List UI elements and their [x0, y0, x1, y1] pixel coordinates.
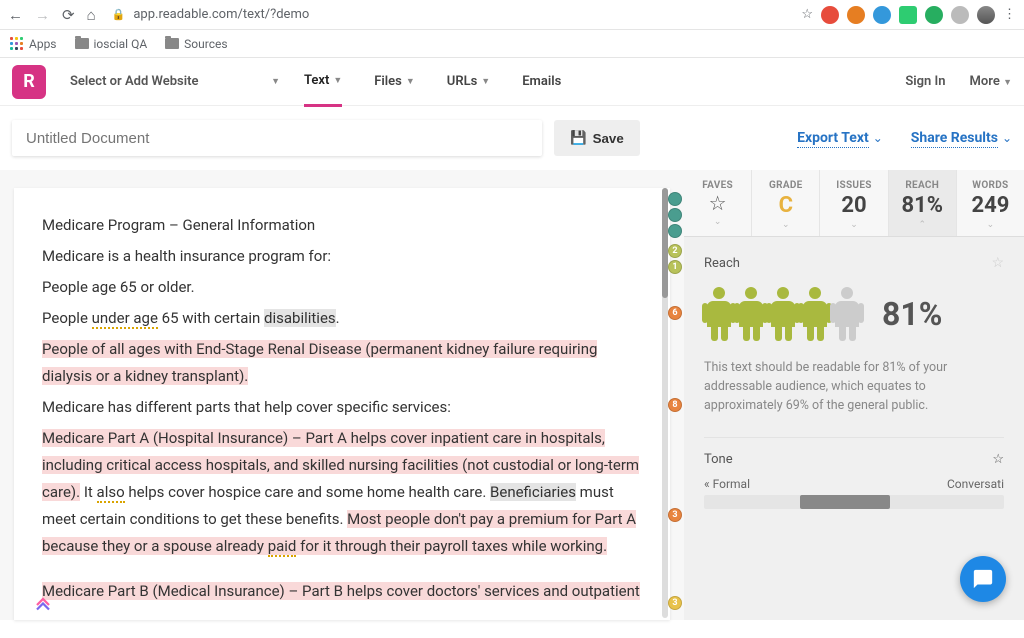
reach-people-icons [704, 287, 862, 341]
favorite-star-icon[interactable]: ☆ [991, 255, 1004, 271]
reload-icon[interactable]: ⟳ [62, 6, 75, 24]
issue-marker[interactable] [668, 224, 682, 238]
issue-marker[interactable]: 6 [668, 306, 682, 320]
metrics-sidebar: FAVES ☆ ⌄ GRADE C ⌄ ISSUES 20 ⌄ REACH 81… [684, 170, 1024, 620]
chevron-down-icon: ⌄ [684, 217, 751, 227]
app-header: R Select or Add Website ▼ Text▼ Files▼ U… [0, 58, 1024, 106]
ext-icon-5[interactable] [925, 6, 943, 24]
chevron-down-icon: ▼ [406, 76, 415, 87]
chevron-down-icon: ⌄ [1002, 131, 1012, 145]
chevron-down-icon: ⌄ [752, 220, 819, 230]
browser-menu-icon[interactable]: ⋮ [1003, 7, 1016, 22]
sign-in-link[interactable]: Sign In [905, 74, 945, 89]
issue-markers: 2 1 6 8 3 3 [656, 188, 682, 638]
tone-bar [704, 495, 1004, 509]
browser-toolbar: ← → ⟳ ⌂ 🔒 app.readable.com/text/?demo ☆ … [0, 0, 1024, 30]
bookmark-folder-2[interactable]: Sources [165, 37, 227, 51]
save-icon: 💾 [570, 130, 587, 146]
metric-words[interactable]: WORDS 249 ⌄ [957, 170, 1024, 236]
editor-line: People of all ages with End-Stage Renal … [42, 336, 642, 390]
issue-marker[interactable]: 3 [668, 508, 682, 522]
panel-title: Reach [704, 256, 740, 271]
issue-marker[interactable]: 1 [668, 260, 682, 274]
ext-icon-3[interactable] [873, 6, 891, 24]
folder-icon [165, 38, 179, 49]
tone-scale-labels: « Formal Conversati [704, 477, 1004, 491]
person-icon [768, 287, 798, 341]
issue-marker[interactable]: 8 [668, 398, 682, 412]
export-text-dropdown[interactable]: Export Text⌄ [797, 130, 883, 146]
chevron-down-icon: ⌄ [873, 131, 883, 145]
chat-icon [972, 568, 994, 590]
chat-fab[interactable] [960, 556, 1006, 602]
clickup-icon[interactable] [34, 596, 52, 614]
save-button[interactable]: 💾 Save [554, 120, 640, 156]
chevron-down-icon: ⌄ [957, 220, 1024, 230]
chevron-down-icon: ▼ [271, 76, 280, 87]
person-icon [832, 287, 862, 341]
metric-issues[interactable]: ISSUES 20 ⌄ [820, 170, 888, 236]
address-bar[interactable]: 🔒 app.readable.com/text/?demo [106, 7, 792, 22]
editor-line: Medicare is a health insurance program f… [42, 243, 642, 270]
profile-avatar[interactable] [977, 6, 995, 24]
forward-icon[interactable]: → [35, 6, 50, 24]
issue-marker[interactable]: 2 [668, 244, 682, 258]
bookmark-star-icon[interactable]: ☆ [801, 7, 813, 22]
home-icon[interactable]: ⌂ [87, 6, 96, 24]
favorite-star-icon[interactable]: ☆ [992, 452, 1004, 467]
chevron-up-icon: ⌃ [889, 220, 956, 230]
back-icon[interactable]: ← [8, 6, 23, 24]
app-logo[interactable]: R [12, 65, 46, 99]
reach-description: This text should be readable for 81% of … [704, 359, 1004, 415]
person-icon [736, 287, 766, 341]
apps-shortcut[interactable]: Apps [10, 37, 57, 51]
tab-urls[interactable]: URLs▼ [447, 57, 490, 107]
url-text: app.readable.com/text/?demo [133, 7, 309, 22]
chevron-down-icon: ▼ [333, 75, 342, 86]
document-title-input[interactable] [12, 120, 542, 156]
editor-line: Medicare has different parts that help c… [42, 394, 642, 421]
issue-marker[interactable] [668, 192, 682, 206]
metric-faves[interactable]: FAVES ☆ ⌄ [684, 170, 752, 236]
issue-marker[interactable] [668, 208, 682, 222]
more-menu[interactable]: More ▼ [970, 74, 1012, 89]
reach-percentage: 81% [882, 295, 942, 333]
ext-icon-2[interactable] [847, 6, 865, 24]
website-select[interactable]: Select or Add Website ▼ [70, 74, 280, 89]
bookmarks-bar: Apps ioscial QA Sources [0, 30, 1024, 58]
editor-line: People age 65 or older. [42, 274, 642, 301]
person-icon [704, 287, 734, 341]
bookmark-folder-1[interactable]: ioscial QA [75, 37, 148, 51]
editor-line: Medicare Part B (Medical Insurance) – Pa… [42, 578, 642, 605]
tab-files[interactable]: Files▼ [374, 57, 415, 107]
ext-icon-1[interactable] [821, 6, 839, 24]
metric-grade[interactable]: GRADE C ⌄ [752, 170, 820, 236]
share-results-dropdown[interactable]: Share Results⌄ [911, 130, 1012, 146]
chevron-down-icon: ▼ [1003, 78, 1012, 88]
panel-title: Tone [704, 452, 733, 467]
apps-grid-icon [10, 37, 24, 51]
editor-line: Medicare Part A (Hospital Insurance) – P… [42, 425, 642, 560]
metrics-row: FAVES ☆ ⌄ GRADE C ⌄ ISSUES 20 ⌄ REACH 81… [684, 170, 1024, 237]
editor-column: Medicare Program – General Information M… [0, 170, 684, 620]
person-icon [800, 287, 830, 341]
star-icon: ☆ [684, 191, 751, 215]
ext-icon-4[interactable] [899, 6, 917, 24]
issue-marker[interactable]: 3 [668, 596, 682, 610]
chevron-down-icon: ⌄ [820, 220, 887, 230]
document-toolbar: 💾 Save Export Text⌄ Share Results⌄ [0, 106, 1024, 170]
lock-icon: 🔒 [112, 8, 126, 21]
chevron-down-icon: ▼ [481, 76, 490, 87]
editor-line: People under age 65 with certain disabil… [42, 305, 642, 332]
folder-icon [75, 38, 89, 49]
editor-line: Medicare Program – General Information [42, 212, 642, 239]
metric-reach[interactable]: REACH 81% ⌃ [889, 170, 957, 236]
reach-panel: Reach ☆ 81% This text should be readable… [684, 237, 1024, 527]
main-area: Medicare Program – General Information M… [0, 170, 1024, 620]
tab-emails[interactable]: Emails [522, 57, 561, 107]
text-editor[interactable]: Medicare Program – General Information M… [14, 188, 670, 620]
tab-text[interactable]: Text▼ [304, 57, 342, 107]
ext-icon-6[interactable] [951, 6, 969, 24]
